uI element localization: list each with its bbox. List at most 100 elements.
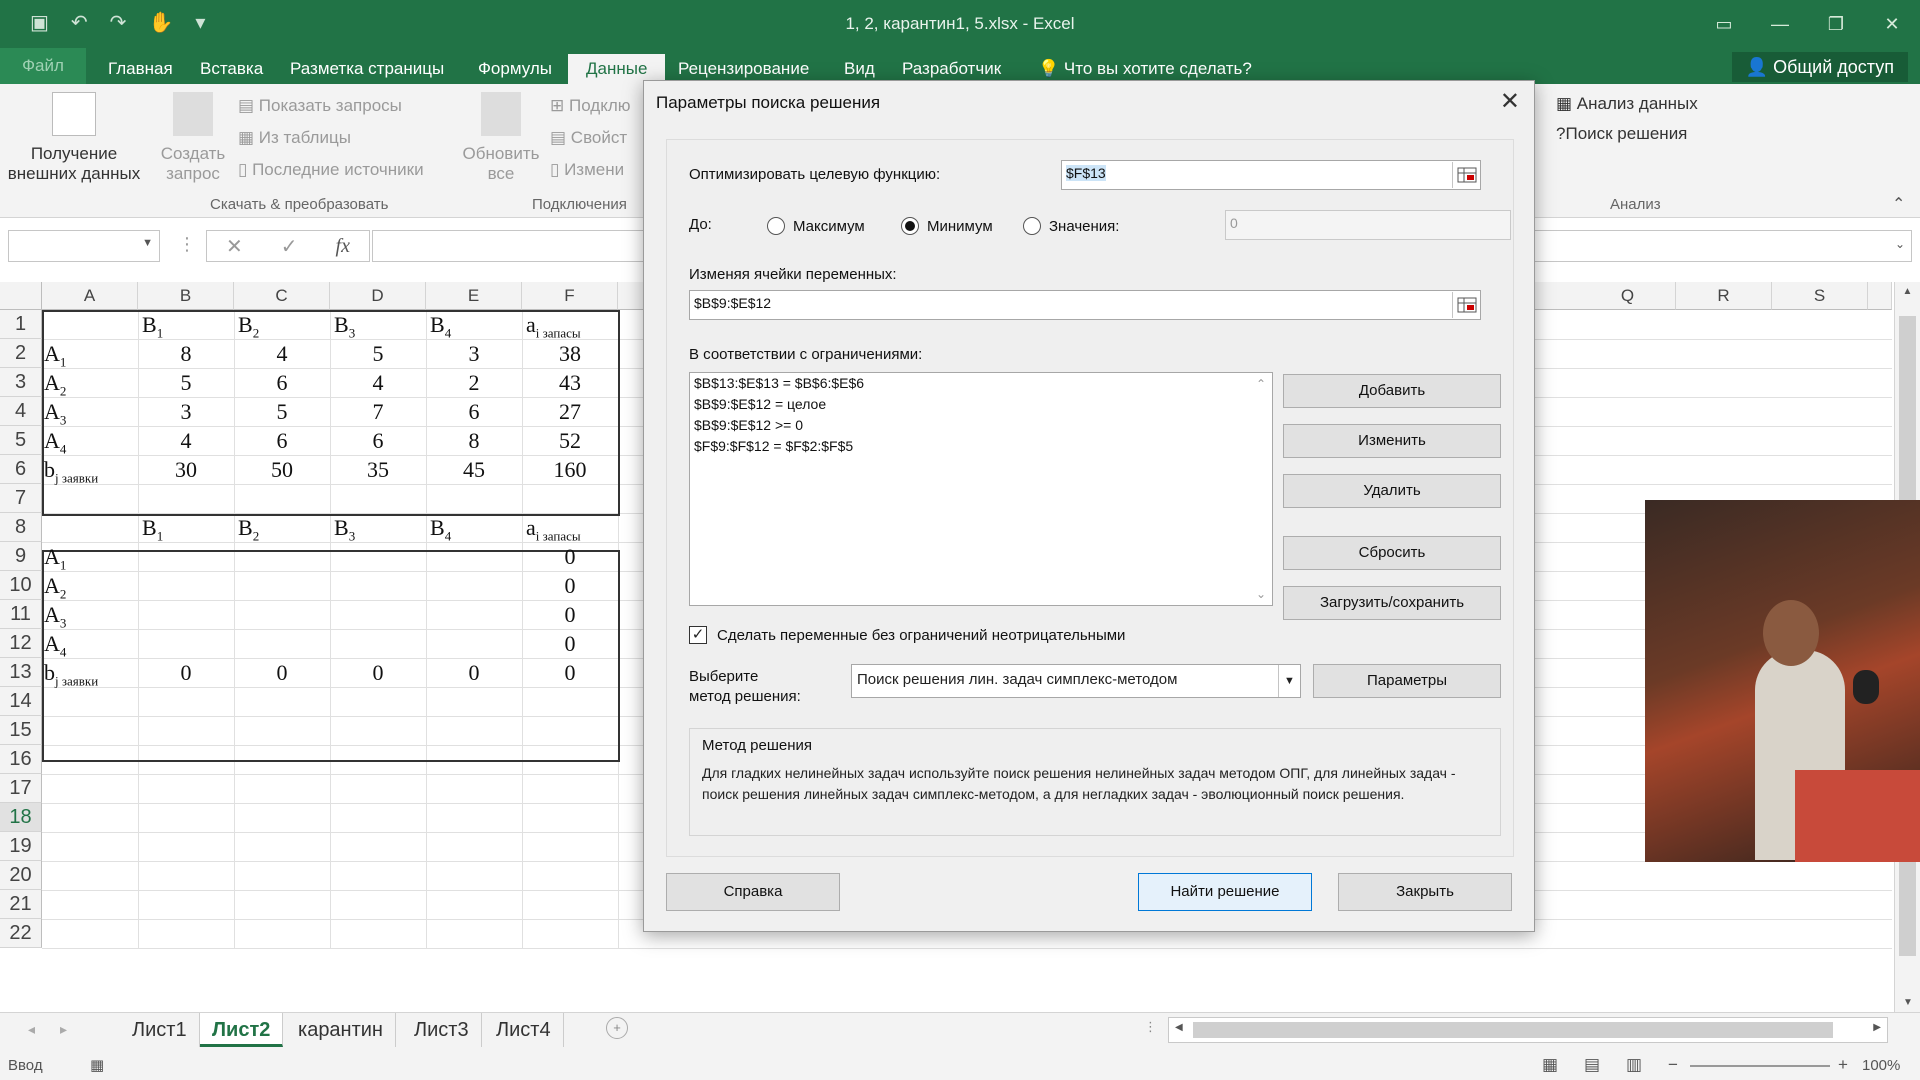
cell[interactable]: 38	[522, 341, 618, 367]
objective-input[interactable]: $F$13	[1061, 160, 1481, 190]
load-save-button[interactable]: Загрузить/сохранить	[1283, 586, 1501, 620]
column-header[interactable]: A	[42, 282, 138, 310]
cell[interactable]: 2	[426, 370, 522, 396]
add-sheet-icon[interactable]: +	[606, 1017, 628, 1039]
row-header[interactable]: 12	[0, 629, 42, 658]
row-header[interactable]: 17	[0, 774, 42, 803]
cell[interactable]: 0	[138, 660, 234, 686]
cell[interactable]: 0	[522, 660, 618, 686]
cell[interactable]: 0	[426, 660, 522, 686]
scroll-up-icon[interactable]: ▲	[1895, 286, 1920, 297]
list-item[interactable]: $B$9:$E$12 >= 0	[690, 415, 1272, 436]
reset-button[interactable]: Сбросить	[1283, 536, 1501, 570]
help-button[interactable]: Справка	[666, 873, 840, 911]
close-icon[interactable]: ✕	[1500, 87, 1520, 116]
from-table-button[interactable]: ▦ Из таблицы	[238, 128, 351, 148]
cell[interactable]: B4	[430, 515, 522, 544]
column-header[interactable]: S	[1772, 282, 1868, 310]
nonnegative-checkbox[interactable]: ✓	[689, 626, 707, 644]
cell[interactable]: 0	[330, 660, 426, 686]
column-header-partial[interactable]	[1868, 282, 1892, 310]
tab-formulas[interactable]: Формулы	[460, 54, 570, 84]
cell[interactable]: 4	[138, 428, 234, 454]
radio-max[interactable]	[767, 217, 785, 235]
cell[interactable]: 5	[234, 399, 330, 425]
cell[interactable]: B3	[334, 312, 426, 341]
select-all-corner[interactable]	[0, 282, 42, 310]
cell[interactable]: A2	[44, 573, 136, 602]
change-button[interactable]: Изменить	[1283, 424, 1501, 458]
row-header[interactable]: 4	[0, 397, 42, 426]
column-header[interactable]: F	[522, 282, 618, 310]
radio-max-label[interactable]: Максимум	[793, 218, 865, 235]
horizontal-scroll-thumb[interactable]	[1193, 1022, 1833, 1038]
get-external-data-button[interactable]: Получение внешних данных	[4, 92, 144, 184]
radio-value[interactable]	[1023, 217, 1041, 235]
row-header[interactable]: 7	[0, 484, 42, 513]
cell[interactable]: 8	[426, 428, 522, 454]
recent-sources-button[interactable]: ▯ Последние источники	[238, 160, 424, 180]
cell[interactable]: B3	[334, 515, 426, 544]
normal-view-icon[interactable]: ▦	[1542, 1055, 1558, 1075]
solver-button[interactable]: ?Поиск решения	[1556, 124, 1687, 144]
cell[interactable]: bj заявки	[44, 660, 136, 689]
zoom-slider[interactable]	[1690, 1065, 1830, 1067]
nonnegative-label[interactable]: Сделать переменные без ограничений неотр…	[717, 627, 1125, 644]
insert-function-icon[interactable]: fx	[336, 235, 350, 258]
zoom-level[interactable]: 100%	[1862, 1057, 1900, 1074]
show-queries-button[interactable]: ▤ Показать запросы	[238, 96, 402, 116]
tabs-split-handle-icon[interactable]: ⋮	[1144, 1019, 1157, 1035]
variables-input[interactable]: $B$9:$E$12	[689, 290, 1481, 320]
cell[interactable]: A3	[44, 602, 136, 631]
sheet-tab[interactable]: Лист3	[402, 1013, 482, 1047]
cell[interactable]: B1	[142, 515, 234, 544]
tab-home[interactable]: Главная	[90, 54, 191, 84]
collapse-dialog-icon[interactable]	[1452, 162, 1480, 188]
options-button[interactable]: Параметры	[1313, 664, 1501, 698]
scroll-right-icon[interactable]: ▶	[1873, 1022, 1881, 1033]
row-header[interactable]: 2	[0, 339, 42, 368]
sheet-tab[interactable]: Лист4	[484, 1013, 564, 1047]
column-header[interactable]: B	[138, 282, 234, 310]
cell[interactable]: B2	[238, 312, 330, 341]
cell[interactable]: B1	[142, 312, 234, 341]
list-scroll-down-icon[interactable]: ⌄	[1256, 587, 1266, 601]
name-box-dropdown-icon[interactable]: ▼	[142, 237, 153, 249]
list-scroll-up-icon[interactable]: ⌃	[1256, 377, 1266, 391]
cell[interactable]: 6	[234, 428, 330, 454]
solve-button[interactable]: Найти решение	[1138, 873, 1312, 911]
formula-bar-handle-icon[interactable]: ⋮	[178, 234, 196, 255]
cell[interactable]: 160	[522, 457, 618, 483]
zoom-out-icon[interactable]: −	[1668, 1055, 1678, 1075]
cell[interactable]: 43	[522, 370, 618, 396]
refresh-all-button[interactable]: Обновить все	[456, 92, 546, 184]
cell[interactable]: 7	[330, 399, 426, 425]
row-header[interactable]: 8	[0, 513, 42, 542]
name-box[interactable]: ▼	[8, 230, 160, 262]
page-layout-view-icon[interactable]: ▤	[1584, 1055, 1600, 1075]
zoom-in-icon[interactable]: +	[1838, 1055, 1848, 1075]
column-header[interactable]: C	[234, 282, 330, 310]
cell[interactable]: 0	[522, 631, 618, 657]
column-header[interactable]: Q	[1580, 282, 1676, 310]
scroll-down-icon[interactable]: ▼	[1903, 997, 1913, 1008]
cell[interactable]: bj заявки	[44, 457, 136, 486]
collapse-ribbon-icon[interactable]: ⌃	[1892, 194, 1905, 214]
method-select[interactable]: Поиск решения лин. задач симплекс-методо…	[851, 664, 1301, 698]
list-item[interactable]: $B$9:$E$12 = целое	[690, 394, 1272, 415]
row-header[interactable]: 16	[0, 745, 42, 774]
cell[interactable]: 50	[234, 457, 330, 483]
row-header[interactable]: 19	[0, 832, 42, 861]
tab-file[interactable]: Файл	[0, 48, 86, 84]
cell[interactable]: B2	[238, 515, 330, 544]
prev-sheet-icon[interactable]: ◂	[28, 1021, 35, 1038]
cell[interactable]: 27	[522, 399, 618, 425]
sheet-tab[interactable]: карантин	[286, 1013, 396, 1047]
cancel-icon[interactable]: ✕	[226, 234, 243, 259]
row-header[interactable]: 22	[0, 919, 42, 948]
row-header[interactable]: 15	[0, 716, 42, 745]
properties-button[interactable]: ▤ Свойст	[550, 128, 627, 148]
cell[interactable]: 4	[330, 370, 426, 396]
row-header[interactable]: 11	[0, 600, 42, 629]
cell[interactable]: 3	[138, 399, 234, 425]
